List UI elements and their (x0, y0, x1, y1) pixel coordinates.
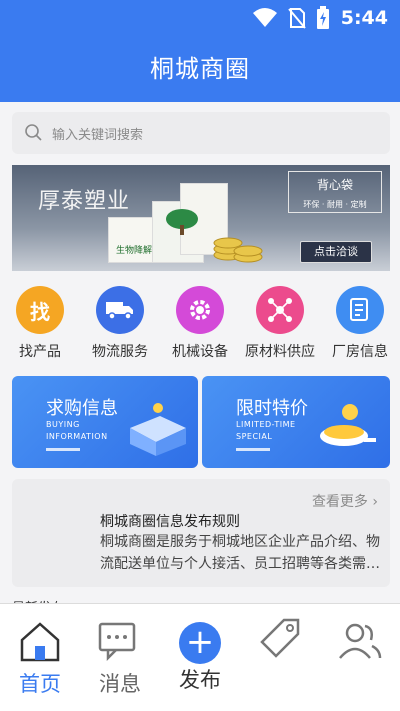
truck-icon (96, 286, 144, 334)
message-icon (98, 622, 136, 662)
category-find-product[interactable]: 找 找产品 (0, 286, 80, 362)
search-icon (25, 124, 42, 141)
tab-profile[interactable] (320, 604, 400, 711)
promo-subtitle-line1: BUYING (46, 420, 80, 429)
notice-panel: 查看更多 › 桐城商圈信息发布规则 桐城商圈是服务于桐城地区企业产品介绍、物流配… (12, 479, 390, 587)
status-icons (252, 6, 330, 30)
notice-title[interactable]: 桐城商圈信息发布规则 (100, 511, 240, 531)
tab-label: 首页 (19, 672, 61, 696)
category-label: 找产品 (19, 344, 61, 360)
status-bar: 5:44 (0, 0, 400, 36)
coin-stack-icon (213, 237, 263, 263)
view-more-link[interactable]: 查看更多 › (312, 491, 378, 511)
promo-title: 限时特价 (236, 398, 308, 419)
no-sim-icon (288, 8, 306, 29)
promo-subtitle-line2: SPECIAL (236, 432, 273, 441)
category-logistics[interactable]: 物流服务 (80, 286, 160, 362)
buying-info-card[interactable]: 求购信息 BUYING INFORMATION (12, 376, 198, 468)
category-factory[interactable]: 厂房信息 (320, 286, 400, 362)
app-header: 桐城商圈 (0, 36, 400, 102)
tab-home[interactable]: 首页 (0, 604, 80, 711)
category-label: 物流服务 (92, 344, 148, 360)
ad-banner[interactable]: 厚泰塑业 生物降解袋 背心袋 环保 · 耐用 · 定制 点击洽谈 (12, 165, 390, 271)
page-title: 桐城商圈 (150, 55, 250, 83)
promo-subtitle: LIMITED-TIME SPECIAL (236, 419, 296, 443)
tab-deals[interactable] (240, 604, 320, 711)
banner-tag: 背心袋 环保 · 耐用 · 定制 (288, 171, 382, 213)
notice-text: 桐城商圈是服务于桐城地区企业产品介绍、物流配送单位与个人接活、员工招聘等各类需… (100, 534, 380, 572)
category-label: 原材料供应 (245, 344, 315, 360)
promo-subtitle: BUYING INFORMATION (46, 419, 108, 443)
category-machinery[interactable]: 机械设备 (160, 286, 240, 362)
tab-label: 消息 (99, 672, 141, 696)
tab-label: 发布 (179, 668, 221, 692)
category-label: 厂房信息 (332, 344, 388, 360)
tree-logo-icon (166, 209, 198, 235)
promo-title: 求购信息 (46, 398, 118, 419)
battery-icon (317, 6, 329, 29)
special-offer-card[interactable]: 限时特价 LIMITED-TIME SPECIAL (202, 376, 390, 468)
category-label: 机械设备 (172, 344, 228, 360)
user-icon (339, 623, 382, 659)
tag-icon (260, 618, 300, 658)
molecule-icon (256, 286, 304, 334)
promo-underline (236, 448, 270, 451)
category-grid: 找 找产品 物流服务 机械设备 原材料供应 厂房信息 (0, 286, 400, 362)
category-raw-material[interactable]: 原材料供应 (240, 286, 320, 362)
tab-messages[interactable]: 消息 (80, 604, 160, 711)
search-placeholder: 输入关键词搜索 (52, 127, 144, 143)
negotiate-button[interactable]: 点击洽谈 (300, 241, 372, 263)
banner-tag-title: 背心袋 (316, 178, 353, 192)
plus-icon: + (179, 622, 221, 664)
promo-subtitle-line1: LIMITED-TIME (236, 420, 296, 429)
banner-brand: 厚泰塑业 (38, 189, 131, 214)
shop-illustration-icon (130, 403, 186, 456)
promo-subtitle-line2: INFORMATION (46, 432, 108, 441)
tab-publish[interactable]: + 发布 (160, 604, 240, 711)
coin-bowl-icon (320, 404, 376, 446)
clock: 5:44 (340, 7, 388, 29)
wifi-icon (253, 8, 277, 27)
find-icon: 找 (16, 286, 64, 334)
banner-tag-sub: 环保 · 耐用 · 定制 (303, 200, 367, 209)
search-input[interactable]: 输入关键词搜索 (12, 112, 390, 154)
document-icon (336, 286, 384, 334)
promo-underline (46, 448, 80, 451)
bottom-tab-bar: 首页 消息 + 发布 (0, 603, 400, 711)
gear-icon (176, 286, 224, 334)
home-icon (20, 622, 60, 662)
